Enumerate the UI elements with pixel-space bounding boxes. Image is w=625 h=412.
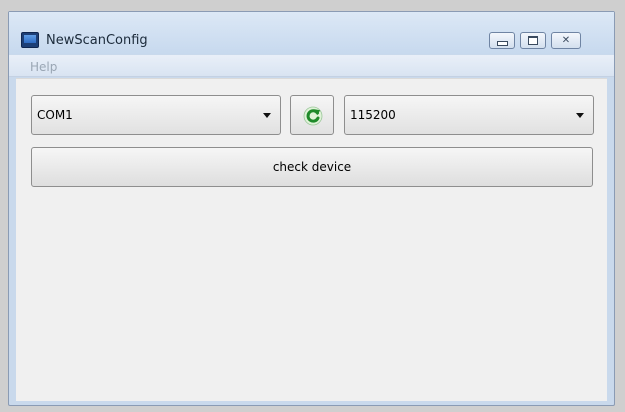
close-icon: ✕	[561, 35, 571, 46]
chevron-down-icon	[263, 113, 271, 118]
menu-help[interactable]: Help	[30, 60, 57, 74]
maximize-button[interactable]	[520, 32, 546, 49]
app-window: NewScanConfig ✕ Help COM1 115200 check d…	[8, 11, 615, 406]
baud-rate-select[interactable]: 115200	[344, 95, 594, 135]
check-device-button[interactable]: check device	[31, 147, 593, 187]
app-window-icon	[21, 32, 39, 48]
port-select-value: COM1	[37, 108, 73, 122]
minimize-icon	[496, 40, 508, 46]
desktop: NewScanConfig ✕ Help COM1 115200 check d…	[0, 0, 625, 412]
minimize-button[interactable]	[489, 32, 515, 49]
menu-bar: Help	[9, 55, 614, 77]
main-panel: COM1 115200 check device	[16, 78, 607, 401]
title-bar[interactable]: NewScanConfig ✕	[9, 12, 614, 54]
window-title: NewScanConfig	[46, 33, 148, 48]
refresh-icon	[303, 106, 323, 126]
port-select[interactable]: COM1	[31, 95, 281, 135]
baud-rate-select-value: 115200	[350, 108, 396, 122]
chevron-down-icon	[576, 113, 584, 118]
close-button[interactable]: ✕	[551, 32, 581, 49]
maximize-icon	[528, 36, 538, 45]
refresh-ports-button[interactable]	[290, 95, 334, 135]
